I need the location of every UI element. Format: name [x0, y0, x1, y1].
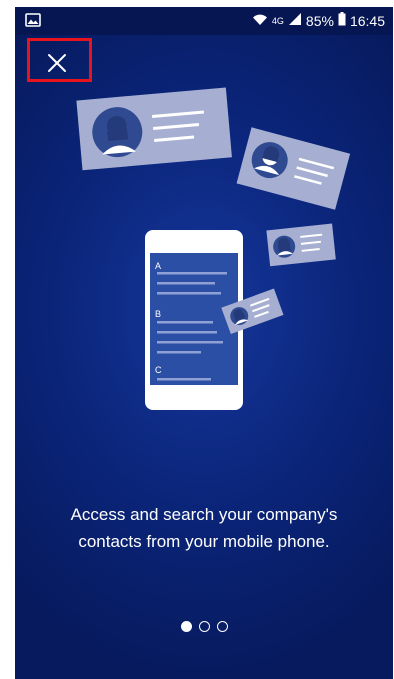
page-dot-2[interactable] — [198, 621, 210, 632]
onboarding-message: Access and search your company's contact… — [39, 501, 369, 555]
contact-letter-b: B — [155, 309, 161, 319]
page-dot-1[interactable] — [180, 621, 192, 632]
contact-card-large — [76, 87, 232, 171]
contact-card-small — [266, 223, 336, 267]
page-dot-3[interactable] — [216, 621, 228, 632]
contact-card-medium — [236, 127, 351, 210]
contact-letter-a: A — [155, 261, 161, 271]
contact-letter-c: C — [155, 365, 162, 375]
message-line-1: Access and search your company's — [70, 505, 338, 524]
contacts-illustration: A B C — [76, 87, 351, 410]
message-line-2: contacts from your mobile phone. — [78, 532, 330, 551]
page-indicator — [15, 621, 393, 632]
onboarding-screen: 4G 85% 16:45 A B C Access and search you… — [15, 7, 393, 679]
